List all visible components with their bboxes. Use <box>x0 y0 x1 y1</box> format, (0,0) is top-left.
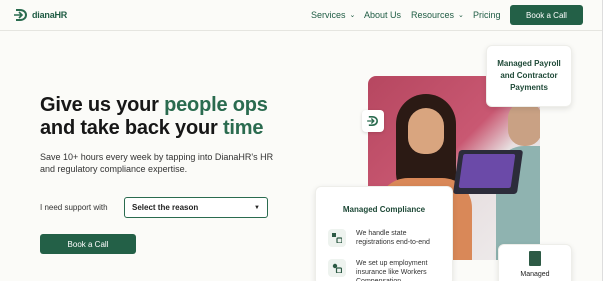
nav-about-label: About Us <box>364 10 402 20</box>
brand-badge-icon <box>362 110 384 132</box>
headline-part1: Give us your <box>40 94 165 116</box>
payroll-card: Managed Payroll and Contractor Payments <box>486 45 572 107</box>
managed-card-label: Managed <box>520 271 550 278</box>
registration-icon <box>328 229 346 247</box>
scrollbar[interactable] <box>602 0 607 281</box>
insurance-icon <box>328 259 346 277</box>
caret-down-icon: ▼ <box>254 205 260 211</box>
compliance-item-text: We set up employment insurance like Work… <box>356 260 428 281</box>
compliance-item-text: We handle state registrations end-to-end <box>356 230 430 246</box>
hero-subtext: Save 10+ hours every week by tapping int… <box>40 152 274 174</box>
nav-about-us[interactable]: About Us <box>364 10 401 20</box>
list-item: We handle state registrations end-to-end <box>328 229 446 247</box>
headline-accent1: people ops <box>164 94 268 116</box>
nav-services-label: Services <box>311 10 346 20</box>
headline-part2: and take back your <box>40 117 223 139</box>
support-label: I need support with <box>40 203 108 212</box>
nav-services[interactable]: Services ⌄ <box>311 10 355 20</box>
document-icon <box>529 251 541 266</box>
site-header: dianaHR Services ⌄ About Us Resources ⌄ … <box>0 0 607 31</box>
managed-card: Managed <box>498 244 572 281</box>
book-call-header-button[interactable]: Book a Call <box>510 5 583 25</box>
reason-select-value: Select the reason <box>132 203 199 212</box>
nav-pricing-label: Pricing <box>473 10 501 20</box>
book-call-button[interactable]: Book a Call <box>40 234 136 254</box>
list-item: We set up employment insurance like Work… <box>328 259 446 281</box>
logo-icon <box>14 9 28 21</box>
logo-text: dianaHR <box>32 10 68 20</box>
payroll-card-label: Managed Payroll and Contractor Payments <box>497 59 561 92</box>
reason-select[interactable]: Select the reason ▼ <box>124 197 268 218</box>
logo[interactable]: dianaHR <box>14 9 67 21</box>
nav-resources[interactable]: Resources ⌄ <box>411 10 464 20</box>
hero-headline: Give us your people ops and take back yo… <box>40 94 268 140</box>
headline-accent2: time <box>222 117 264 139</box>
compliance-card-title: Managed Compliance <box>342 205 426 214</box>
chevron-down-icon: ⌄ <box>458 11 464 19</box>
nav-resources-label: Resources <box>411 10 455 20</box>
nav-pricing[interactable]: Pricing <box>473 10 501 20</box>
compliance-card: Managed Compliance We handle state regis… <box>315 186 453 281</box>
chevron-down-icon: ⌄ <box>349 11 356 19</box>
